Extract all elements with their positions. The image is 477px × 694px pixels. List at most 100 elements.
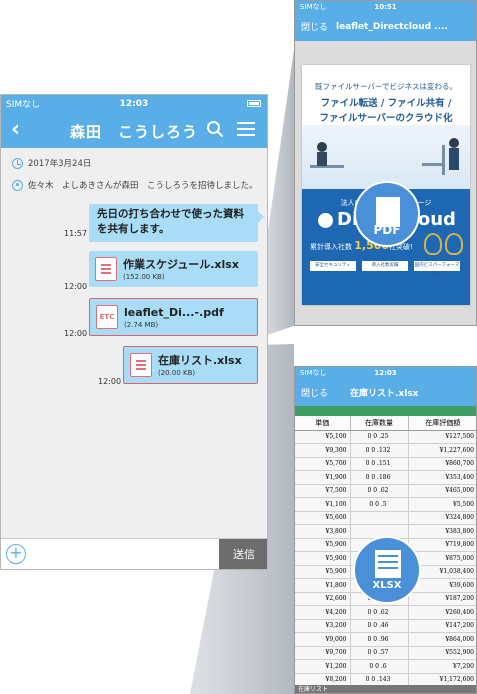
feature-tag: 安全セキュリティ: [310, 261, 356, 271]
sheet-tab[interactable]: 在庫リスト: [295, 685, 476, 693]
table-cell: ¥5,900: [295, 565, 351, 579]
close-button[interactable]: 閉じる: [301, 20, 328, 33]
feature-tag: 国内ビスパーフォーマンス: [414, 261, 460, 278]
pdf-preview-screen: SIMなし 10:51 閉じる leaflet_Directcloud ....…: [294, 0, 477, 326]
xlsx-file-icon: XLSX: [353, 536, 421, 604]
table-cell: ¥9,300: [295, 443, 351, 458]
message-input-bar: + 送信: [1, 538, 267, 569]
hamburger-menu-icon[interactable]: [237, 122, 255, 136]
chat-header: ‹ 森田 こうしろう: [1, 112, 267, 148]
message-time: 11:57: [64, 229, 88, 238]
table-cell: 0 0 .132: [350, 443, 409, 458]
award-laurel-icon: [424, 233, 442, 255]
table-cell: ¥2,600: [295, 592, 351, 606]
table-cell: 0 0 .62: [350, 605, 409, 620]
table-row: ¥5,100 0 0 .25 ¥127,500: [295, 430, 476, 444]
pdf-file-icon: PDF: [354, 181, 420, 247]
user-icon: [12, 179, 23, 191]
file-name: 在庫リスト.xlsx: [158, 353, 242, 367]
table-cell: [350, 511, 409, 525]
table-cell: ¥127,500: [408, 430, 476, 444]
column-header: 単価: [295, 416, 351, 431]
file-size: (2.74 MB): [124, 320, 159, 329]
column-header: 在庫評価額: [408, 416, 476, 431]
table-cell: ¥383,800: [408, 524, 476, 539]
spreadsheet-view[interactable]: 単価 在庫数量 在庫評価額 ¥5,100 0 0 .25 ¥127,500 ¥9,30…: [295, 406, 476, 693]
file-size: (152.00 KB): [123, 272, 165, 281]
clock-icon: [12, 157, 23, 169]
chat-screen: SIMなし 12:03 ‹ 森田 こうしろう 2017年3月24日 佐々木 よし…: [0, 94, 268, 570]
table-row: ¥9,000 0 0 .96 ¥864,000: [295, 632, 476, 647]
doc-headline-2: ファイルサーバーのクラウド化: [319, 113, 453, 124]
column-header: 在庫数量: [350, 416, 409, 431]
table-cell: 0 0 .186: [350, 470, 409, 485]
table-cell: 0 0 .57: [350, 646, 409, 660]
file-message-inventory-xlsx[interactable]: 在庫リスト.xlsx (20.00 KB): [123, 346, 258, 384]
table-cell: ¥465,000: [408, 484, 476, 498]
send-button[interactable]: 送信: [219, 539, 267, 569]
feature-tag: 導入社数実績: [362, 261, 408, 271]
sheet-header-band: [295, 406, 476, 416]
preview-title: leaflet_Directcloud ....: [336, 21, 448, 32]
close-button[interactable]: 閉じる: [301, 386, 328, 399]
status-bar: SIMなし 12:03: [295, 367, 476, 378]
table-cell: 0 0 .25: [350, 430, 409, 444]
list-file-icon: [95, 257, 117, 281]
status-bar: SIMなし 12:03: [1, 95, 267, 112]
table-cell: ¥4,200: [295, 605, 351, 620]
invite-line: 佐々木 よしあきさんが森田 こうしろうを招待しました。: [12, 179, 258, 191]
table-cell: ¥1,800: [295, 578, 351, 593]
table-cell: ¥1,900: [295, 470, 351, 485]
table-cell: 0 0 .6: [350, 659, 409, 674]
date-text: 2017年3月24日: [28, 159, 92, 169]
table-cell: ¥187,200: [408, 592, 476, 606]
table-cell: ¥5,900: [295, 538, 351, 552]
table-cell: ¥324,800: [408, 511, 476, 525]
table-row: ¥9,300 0 0 .132 ¥1,227,600: [295, 443, 476, 458]
table-row: ¥5,700 0 0 .151 ¥860,700: [295, 457, 476, 471]
table-cell: ¥1,227,600: [408, 443, 476, 458]
search-icon[interactable]: [206, 120, 224, 138]
table-cell: ¥1,200: [295, 659, 351, 674]
message-time: 12:00: [64, 282, 88, 291]
table-cell: ¥7,500: [295, 484, 351, 498]
file-name: leaflet_Di...-.pdf: [124, 305, 224, 319]
table-cell: 0 0 .151: [350, 457, 409, 471]
table-row: ¥1,100 0 0 .5 ¥5,500: [295, 497, 476, 512]
table-cell: ¥3,800: [295, 524, 351, 539]
award-laurel-icon: [445, 233, 463, 255]
file-name: 作業スケジュール.xlsx: [123, 257, 239, 271]
battery-icon: [247, 100, 261, 107]
table-cell: ¥5,700: [295, 457, 351, 471]
preview-title: 在庫リスト.xlsx: [350, 388, 419, 399]
file-message-schedule[interactable]: 作業スケジュール.xlsx (152.00 KB): [89, 251, 258, 287]
table-row: ¥7,500 0 0 .62 ¥465,000: [295, 484, 476, 498]
table-cell: 0 0 .46: [350, 619, 409, 633]
table-cell: ¥864,000: [408, 632, 476, 647]
pdf-page-area[interactable]: 既ファイルサーバーでビジネスは変わる。 ファイル転送 / ファイル共有 / ファ…: [295, 41, 476, 325]
chat-title: 森田 こうしろう: [69, 123, 198, 141]
table-cell: ¥3,200: [295, 619, 351, 633]
table-row: ¥5,600 ¥324,800: [295, 511, 476, 525]
table-row: ¥3,200 0 0 .46 ¥147,200: [295, 619, 476, 633]
table-cell: ¥5,900: [295, 551, 351, 566]
table-cell: ¥719,800: [408, 538, 476, 552]
table-row: ¥9,700 0 0 .57 ¥552,900: [295, 646, 476, 660]
invite-text: 佐々木 よしあきさんが森田 こうしろうを招待しました。: [28, 181, 258, 191]
office-illustration: [302, 125, 470, 189]
table-row: ¥1,200 0 0 .6 ¥7,200: [295, 659, 476, 674]
table-cell: ¥9,000: [295, 632, 351, 647]
text-message-bubble[interactable]: 先日の打ち合わせで使った資料を共有します。: [89, 204, 264, 242]
preview-header: 閉じる leaflet_Directcloud ....: [295, 12, 476, 41]
table-cell: 0 0 .62: [350, 484, 409, 498]
doc-headline-1: ファイル転送 / ファイル共有 /: [320, 98, 452, 109]
table-row: ¥1,900 0 0 .186 ¥353,400: [295, 470, 476, 485]
message-time: 12:00: [64, 329, 88, 338]
message-time: 12:00: [98, 377, 122, 386]
table-row: ¥4,200 0 0 .62 ¥260,400: [295, 605, 476, 620]
file-size: (20.00 KB): [158, 368, 196, 377]
add-attachment-icon[interactable]: +: [6, 544, 26, 564]
file-message-leaflet-pdf[interactable]: ETC leaflet_Di...-.pdf (2.74 MB): [89, 298, 258, 336]
table-cell: ¥552,900: [408, 646, 476, 660]
status-bar: SIMなし 10:51: [295, 1, 476, 12]
